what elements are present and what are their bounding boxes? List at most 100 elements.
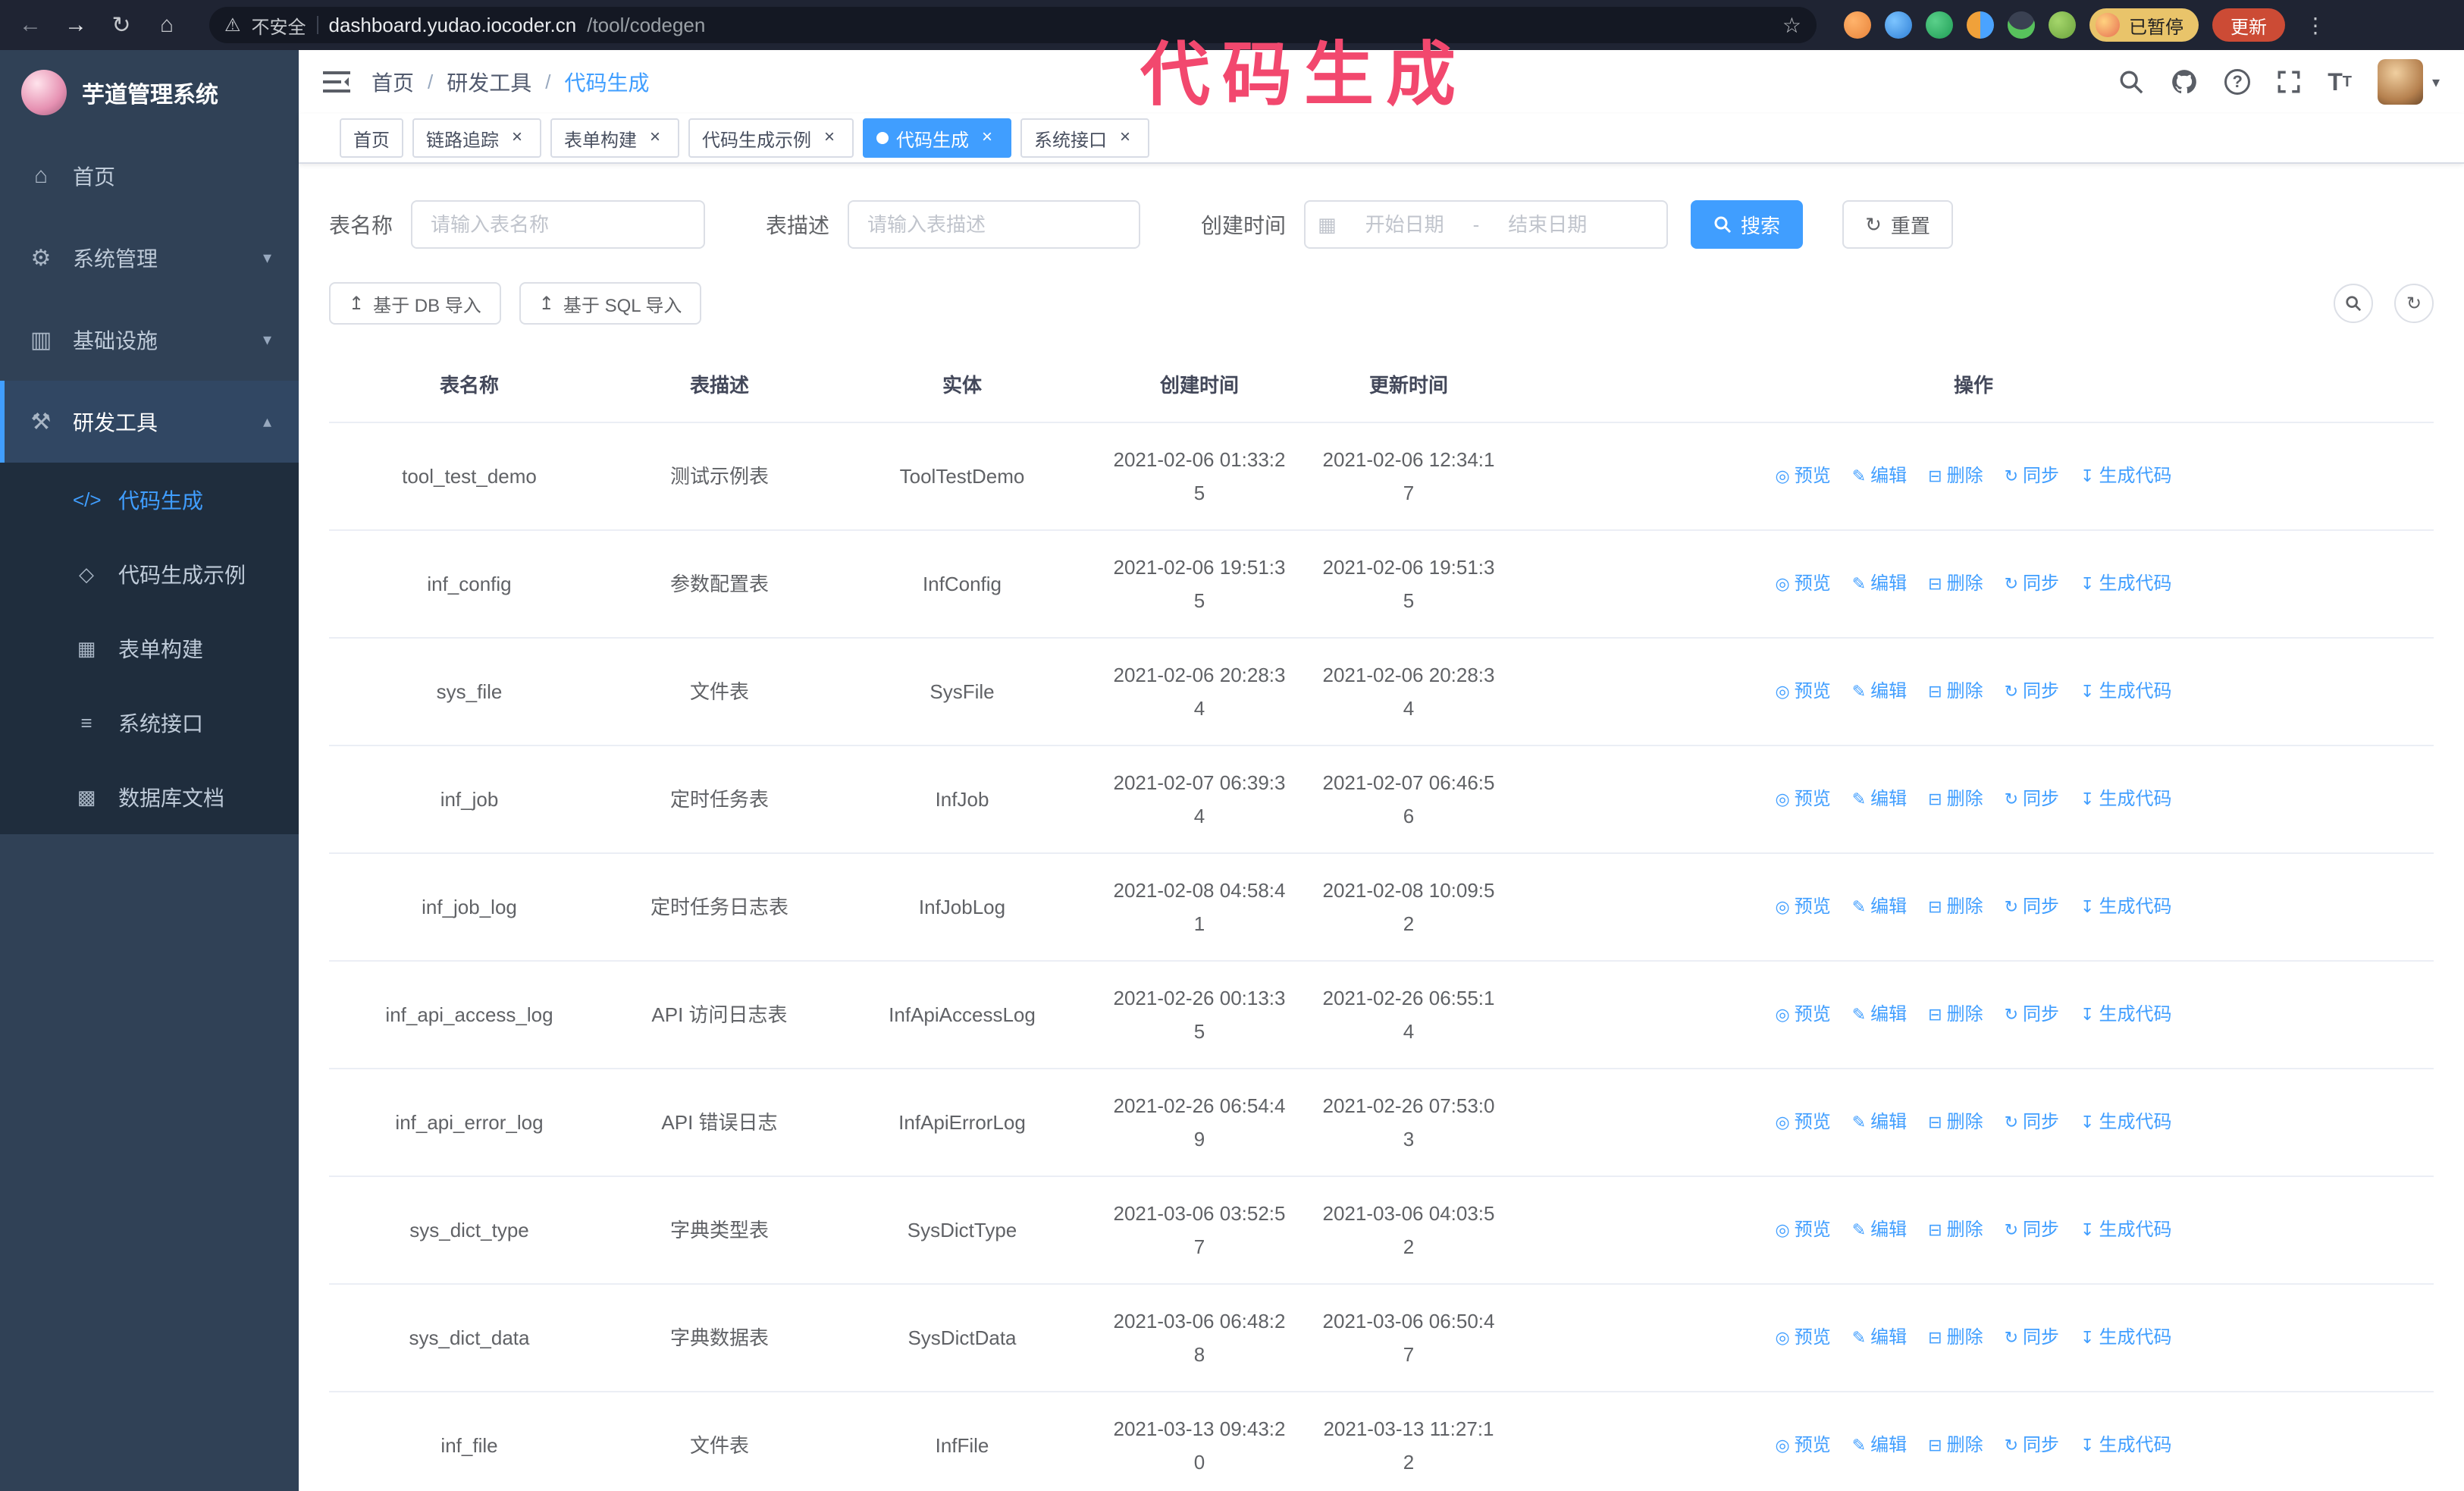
close-icon[interactable]: × xyxy=(977,127,998,149)
tag-system-api[interactable]: 系统接口 × xyxy=(1020,118,1149,158)
preview-link[interactable]: ◎ 预览 xyxy=(1776,998,1831,1031)
preview-link[interactable]: ◎ 预览 xyxy=(1776,890,1831,924)
sync-link[interactable]: ↻ 同步 xyxy=(2005,1213,2059,1247)
reset-button[interactable]: ↻ 重置 xyxy=(1842,200,1953,249)
extension-icon-6[interactable] xyxy=(2049,11,2076,39)
fullscreen-icon[interactable] xyxy=(2276,69,2302,95)
edit-link[interactable]: ✎ 编辑 xyxy=(1852,1106,1907,1139)
delete-link[interactable]: ⊟ 删除 xyxy=(1928,460,1983,493)
generate-code-link[interactable]: ↧ 生成代码 xyxy=(2080,675,2171,708)
generate-code-link[interactable]: ↧ 生成代码 xyxy=(2080,890,2171,924)
edit-link[interactable]: ✎ 编辑 xyxy=(1852,567,1907,601)
generate-code-link[interactable]: ↧ 生成代码 xyxy=(2080,1106,2171,1139)
edit-link[interactable]: ✎ 编辑 xyxy=(1852,675,1907,708)
generate-code-link[interactable]: ↧ 生成代码 xyxy=(2080,460,2171,493)
browser-reload-icon[interactable]: ↻ xyxy=(103,7,140,43)
sidebar-item-dev-tools[interactable]: ⚒ 研发工具 ▴ xyxy=(0,381,299,463)
sync-link[interactable]: ↻ 同步 xyxy=(2005,675,2059,708)
sidebar-item-system-api[interactable]: ≡ 系统接口 xyxy=(0,686,299,760)
refresh-table-icon[interactable]: ↻ xyxy=(2394,284,2434,323)
sync-link[interactable]: ↻ 同步 xyxy=(2005,998,2059,1031)
sync-link[interactable]: ↻ 同步 xyxy=(2005,890,2059,924)
sync-link[interactable]: ↻ 同步 xyxy=(2005,1106,2059,1139)
extension-icon-4[interactable] xyxy=(1967,11,1994,39)
url-bar[interactable]: ⚠ 不安全 dashboard.yudao.iocoder.cn/tool/co… xyxy=(209,7,1817,43)
import-sql-button[interactable]: ↥ 基于 SQL 导入 xyxy=(519,282,702,325)
delete-link[interactable]: ⊟ 删除 xyxy=(1928,1213,1983,1247)
extension-icon-5[interactable] xyxy=(2008,11,2035,39)
close-icon[interactable]: × xyxy=(644,127,666,149)
start-date-input[interactable] xyxy=(1342,212,1467,237)
preview-link[interactable]: ◎ 预览 xyxy=(1776,1429,1831,1462)
delete-link[interactable]: ⊟ 删除 xyxy=(1928,1429,1983,1462)
extension-icon-1[interactable] xyxy=(1844,11,1871,39)
app-logo[interactable]: 芋道管理系统 xyxy=(0,50,299,135)
generate-code-link[interactable]: ↧ 生成代码 xyxy=(2080,567,2171,601)
table-name-input[interactable] xyxy=(411,200,706,249)
edit-link[interactable]: ✎ 编辑 xyxy=(1852,1321,1907,1354)
sidebar-item-form-builder[interactable]: ▦ 表单构建 xyxy=(0,611,299,686)
extension-icon-3[interactable] xyxy=(1926,11,1953,39)
close-icon[interactable]: × xyxy=(819,127,840,149)
sidebar-item-db-doc[interactable]: ▩ 数据库文档 xyxy=(0,760,299,834)
sidebar-item-home[interactable]: ⌂ 首页 xyxy=(0,135,299,217)
font-size-icon[interactable]: TT xyxy=(2328,68,2352,96)
end-date-input[interactable] xyxy=(1485,212,1610,237)
user-menu[interactable]: ▾ xyxy=(2377,59,2440,105)
hamburger-icon[interactable] xyxy=(323,70,350,94)
browser-forward-icon[interactable]: → xyxy=(58,7,94,43)
browser-home-icon[interactable]: ⌂ xyxy=(149,7,185,43)
browser-menu-icon[interactable]: ⋮ xyxy=(2299,13,2332,38)
delete-link[interactable]: ⊟ 删除 xyxy=(1928,567,1983,601)
sidebar-item-system[interactable]: ⚙ 系统管理 ▾ xyxy=(0,217,299,299)
preview-link[interactable]: ◎ 预览 xyxy=(1776,460,1831,493)
profile-paused-badge[interactable]: 已暂停 xyxy=(2089,8,2199,42)
bookmark-star-icon[interactable]: ☆ xyxy=(1782,13,1801,38)
table-desc-input[interactable] xyxy=(848,200,1141,249)
delete-link[interactable]: ⊟ 删除 xyxy=(1928,998,1983,1031)
sync-link[interactable]: ↻ 同步 xyxy=(2005,567,2059,601)
generate-code-link[interactable]: ↧ 生成代码 xyxy=(2080,1429,2171,1462)
date-range-picker[interactable]: ▦ - xyxy=(1304,200,1669,249)
generate-code-link[interactable]: ↧ 生成代码 xyxy=(2080,1213,2171,1247)
edit-link[interactable]: ✎ 编辑 xyxy=(1852,1429,1907,1462)
search-button[interactable]: 搜索 xyxy=(1691,200,1804,249)
preview-link[interactable]: ◎ 预览 xyxy=(1776,1321,1831,1354)
browser-back-icon[interactable]: ← xyxy=(12,7,49,43)
close-icon[interactable]: × xyxy=(506,127,528,149)
delete-link[interactable]: ⊟ 删除 xyxy=(1928,1106,1983,1139)
edit-link[interactable]: ✎ 编辑 xyxy=(1852,460,1907,493)
delete-link[interactable]: ⊟ 删除 xyxy=(1928,783,1983,816)
delete-link[interactable]: ⊟ 删除 xyxy=(1928,890,1983,924)
toggle-search-icon[interactable] xyxy=(2334,284,2373,323)
preview-link[interactable]: ◎ 预览 xyxy=(1776,1213,1831,1247)
import-db-button[interactable]: ↥ 基于 DB 导入 xyxy=(329,282,501,325)
preview-link[interactable]: ◎ 预览 xyxy=(1776,783,1831,816)
preview-link[interactable]: ◎ 预览 xyxy=(1776,567,1831,601)
tag-tracing[interactable]: 链路追踪 × xyxy=(412,118,541,158)
preview-link[interactable]: ◎ 预览 xyxy=(1776,1106,1831,1139)
edit-link[interactable]: ✎ 编辑 xyxy=(1852,998,1907,1031)
sync-link[interactable]: ↻ 同步 xyxy=(2005,1429,2059,1462)
generate-code-link[interactable]: ↧ 生成代码 xyxy=(2080,998,2171,1031)
close-icon[interactable]: × xyxy=(1114,127,1136,149)
sidebar-item-codegen[interactable]: </> 代码生成 xyxy=(0,463,299,537)
sync-link[interactable]: ↻ 同步 xyxy=(2005,1321,2059,1354)
sync-link[interactable]: ↻ 同步 xyxy=(2005,460,2059,493)
tag-form-builder[interactable]: 表单构建 × xyxy=(550,118,679,158)
edit-link[interactable]: ✎ 编辑 xyxy=(1852,1213,1907,1247)
generate-code-link[interactable]: ↧ 生成代码 xyxy=(2080,783,2171,816)
tag-home[interactable]: 首页 × xyxy=(340,118,403,158)
edit-link[interactable]: ✎ 编辑 xyxy=(1852,890,1907,924)
breadcrumb-dev-tools[interactable]: 研发工具 xyxy=(447,67,531,97)
tag-codegen-example[interactable]: 代码生成示例 × xyxy=(688,118,854,158)
extension-icon-2[interactable] xyxy=(1885,11,1912,39)
sync-link[interactable]: ↻ 同步 xyxy=(2005,783,2059,816)
browser-update-button[interactable]: 更新 xyxy=(2212,8,2285,42)
sidebar-item-codegen-example[interactable]: ◇ 代码生成示例 xyxy=(0,537,299,611)
search-icon[interactable] xyxy=(2118,69,2144,95)
preview-link[interactable]: ◎ 预览 xyxy=(1776,675,1831,708)
delete-link[interactable]: ⊟ 删除 xyxy=(1928,1321,1983,1354)
github-icon[interactable] xyxy=(2170,67,2199,96)
sidebar-item-infrastructure[interactable]: ▥ 基础设施 ▾ xyxy=(0,299,299,381)
